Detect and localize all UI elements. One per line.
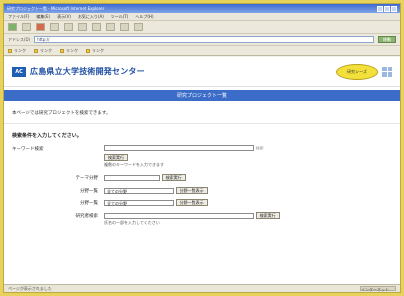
researcher-row: 研究者検索 検索実行 氏名の一部を入力してください [4,212,400,226]
link-item[interactable]: リンク [60,48,78,54]
intro-text: 本ページでは研究プロジェクトを検索できます。 [4,101,400,124]
address-label: アドレス(D) [8,36,31,42]
theme-label: テーマ分野 [75,176,99,181]
page-icon [86,48,90,53]
theme-input[interactable] [104,174,160,181]
field2-select[interactable]: 全ての分野 [104,199,174,206]
link-item[interactable]: リンク [8,48,26,54]
menu-grid-icon[interactable] [382,66,392,77]
theme-row: テーマ分野 検索実行 [4,174,400,181]
field1-label: 分野一覧 [80,189,98,194]
researcher-input[interactable] [104,212,254,219]
page-icon [60,48,64,53]
home-icon[interactable] [64,23,73,31]
forward-icon[interactable] [22,23,31,31]
back-icon[interactable] [8,23,17,31]
address-input[interactable]: http:// [34,36,374,43]
section-title: 研究プロジェクト一覧 [4,90,400,101]
keyword-button-row: 検索実行 複数のキーワードを入力できます [4,154,400,168]
stop-icon[interactable] [36,23,45,31]
link-item[interactable]: リンク [34,48,52,54]
refresh-icon[interactable] [50,23,59,31]
researcher-search-button[interactable]: 検索実行 [255,212,280,219]
field1-list-button[interactable]: 分野一覧表示 [175,187,208,194]
minimize-button[interactable] [377,5,383,12]
site-header: AC 広島県立大学技術開発センター 研究シーズ [4,57,400,87]
instruction-text: 検索条件を入力してください。 [12,133,82,139]
status-text: ページが表示されました [8,285,52,291]
field2-list-button[interactable]: 分野一覧表示 [175,199,208,206]
menu-view[interactable]: 表示(V) [57,14,71,20]
menu-file[interactable]: ファイル(F) [8,14,29,20]
security-zone: インターネット [360,286,396,292]
menu-favorites[interactable]: お気に入り(A) [78,14,104,20]
keyword-input[interactable] [104,145,254,151]
link-label: リンク [66,47,78,53]
field1-row: 分野一覧 全ての分野 分野一覧表示 [4,187,400,194]
keyword-row: キーワード検索 検索 [4,145,400,152]
keyword-hint: 検索 [255,145,264,151]
page-icon [8,48,12,53]
field2-row: 分野一覧 全ての分野 分野一覧表示 [4,199,400,206]
link-label: リンク [40,47,52,53]
researcher-note: 氏名の一部を入力してください [104,220,160,225]
menu-help[interactable]: ヘルプ(H) [135,14,153,20]
web-page: AC 広島県立大学技術開発センター 研究シーズ 研究プロジェクト一覧 本ページで… [4,57,400,284]
site-logo[interactable]: AC [12,66,26,77]
browser-window: 研究プロジェクト一覧 - Microsoft Internet Explorer… [3,3,401,293]
print-icon[interactable] [134,23,143,31]
seeds-badge[interactable]: 研究シーズ [336,63,378,80]
researcher-label: 研究者検索 [75,214,99,219]
keyword-search-button[interactable]: 検索実行 [104,154,128,161]
close-button[interactable] [391,5,397,12]
menu-edit[interactable]: 編集(E) [36,14,50,20]
window-titlebar: 研究プロジェクト一覧 - Microsoft Internet Explorer [4,4,400,13]
menu-tools[interactable]: ツール(T) [111,14,129,20]
browser-toolbar [4,21,400,34]
row-spacer [12,154,104,155]
link-label: リンク [14,47,26,53]
link-label: リンク [92,47,104,53]
go-button[interactable]: 移動 [378,36,396,43]
menu-bar: ファイル(F) 編集(E) 表示(V) お気に入り(A) ツール(T) ヘルプ(… [4,13,400,21]
site-title[interactable]: 広島県立大学技術開発センター [30,66,145,77]
mail-icon[interactable] [120,23,129,31]
theme-search-button[interactable]: 検索実行 [161,174,186,181]
keyword-label: キーワード検索 [12,147,44,152]
links-bar: リンク リンク リンク リンク [4,46,400,56]
keyword-note: 複数のキーワードを入力できます [104,162,164,167]
favorites-icon[interactable] [92,23,101,31]
field2-label: 分野一覧 [80,201,98,206]
field1-select[interactable]: 全ての分野 [104,187,174,194]
page-icon [34,48,38,53]
history-icon[interactable] [106,23,115,31]
link-item[interactable]: リンク [86,48,104,54]
maximize-button[interactable] [384,5,390,12]
search-icon[interactable] [78,23,87,31]
status-bar: ページが表示されました インターネット [4,284,400,292]
address-bar: アドレス(D) http:// 移動 [4,34,400,46]
window-title: 研究プロジェクト一覧 - Microsoft Internet Explorer [7,5,105,11]
